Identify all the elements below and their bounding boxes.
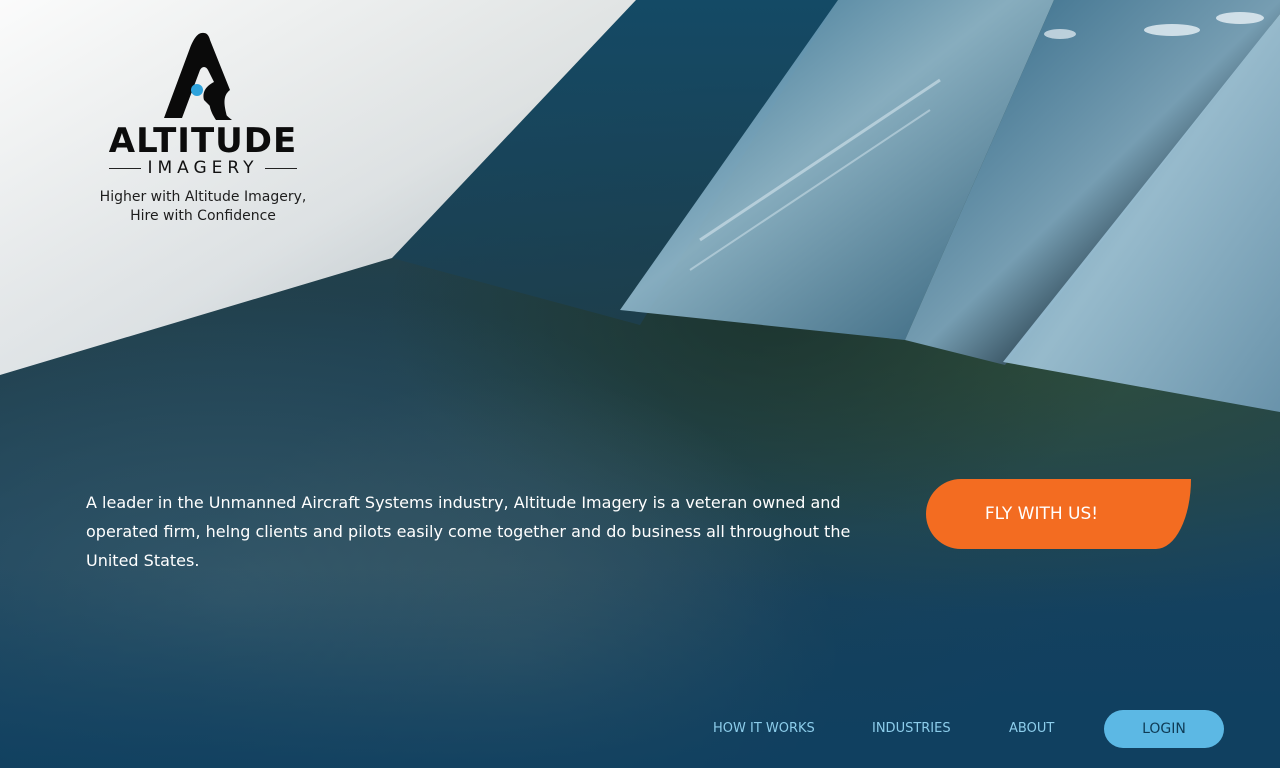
brand-logo[interactable]: ALTITUDE IMAGERY Higher with Altitude Im… (88, 30, 318, 226)
fly-with-us-label: FLY WITH US! (984, 504, 1099, 524)
divider (109, 167, 142, 169)
nav-about[interactable]: ABOUT (1009, 721, 1054, 736)
brand-sub-row: IMAGERY (88, 158, 318, 178)
nav-how-it-works[interactable]: HOW IT WORKS (713, 721, 815, 736)
tagline: Higher with Altitude Imagery, Hire with … (88, 188, 318, 226)
brand-sub: IMAGERY (147, 158, 259, 178)
login-button[interactable]: LOGIN (1104, 710, 1224, 748)
tagline-line-1: Higher with Altitude Imagery, (99, 189, 307, 205)
brand-name: ALTITUDE (108, 121, 298, 161)
bottom-gradient (0, 568, 1280, 768)
altitude-a-icon (164, 32, 232, 120)
tagline-line-2: Hire with Confidence (130, 208, 276, 224)
hero-section: ALTITUDE IMAGERY Higher with Altitude Im… (0, 0, 1280, 768)
intro-text: A leader in the Unmanned Aircraft System… (86, 493, 851, 570)
divider (264, 167, 297, 169)
fly-with-us-button[interactable]: FLY WITH US! (926, 479, 1191, 549)
nav-industries[interactable]: INDUSTRIES (872, 721, 951, 736)
